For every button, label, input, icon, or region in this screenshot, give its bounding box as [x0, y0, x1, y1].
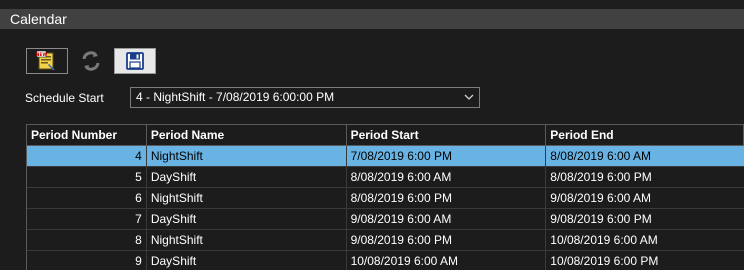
period-number-cell: 4 — [27, 146, 147, 166]
refresh-button[interactable] — [70, 48, 112, 74]
table-row[interactable]: 7 DayShift 9/08/2019 6:00 AM 9/08/2019 6… — [27, 209, 744, 230]
period-start-cell: 8/08/2019 6:00 PM — [347, 188, 547, 208]
table-row[interactable]: 6 NightShift 8/08/2019 6:00 PM 9/08/2019… — [27, 188, 744, 209]
period-end-cell: 10/08/2019 6:00 PM — [550, 254, 659, 268]
period-name-cell: NightShift — [147, 230, 347, 250]
period-name-cell: DayShift — [147, 209, 347, 229]
grid-header: Period Number Period Name Period Start P… — [27, 125, 744, 146]
period-number-cell: 6 — [27, 188, 147, 208]
column-header-period-end[interactable]: Period End — [546, 125, 744, 145]
periods-grid: Period Number Period Name Period Start P… — [26, 124, 744, 270]
period-name-cell: NightShift — [147, 188, 347, 208]
period-name-cell: DayShift — [147, 251, 347, 270]
svg-text:NEW: NEW — [36, 52, 47, 58]
period-number-cell: 9 — [27, 251, 147, 270]
toolbar: NEW — [26, 48, 158, 76]
period-number-cell: 8 — [27, 230, 147, 250]
period-name-cell: NightShift — [147, 146, 347, 166]
column-header-period-number[interactable]: Period Number — [27, 125, 147, 145]
table-row[interactable]: 4 NightShift 7/08/2019 6:00 PM 8/08/2019… — [27, 146, 744, 167]
period-number-cell: 5 — [27, 167, 147, 187]
schedule-start-label: Schedule Start — [25, 91, 104, 105]
refresh-icon — [82, 51, 100, 71]
new-document-icon: NEW — [36, 51, 55, 70]
period-number-cell: 7 — [27, 209, 147, 229]
column-header-period-name[interactable]: Period Name — [147, 125, 347, 145]
table-row[interactable]: 9 DayShift 10/08/2019 6:00 AM 10/08/2019… — [27, 251, 744, 270]
period-end-cell: 8/08/2019 6:00 AM — [550, 149, 652, 163]
period-start-cell: 9/08/2019 6:00 PM — [347, 230, 547, 250]
save-button[interactable] — [114, 48, 156, 74]
period-end-cell: 9/08/2019 6:00 AM — [550, 191, 652, 205]
chevron-down-icon — [464, 94, 474, 100]
table-row[interactable]: 8 NightShift 9/08/2019 6:00 PM 10/08/201… — [27, 230, 744, 251]
column-header-period-start[interactable]: Period Start — [347, 125, 547, 145]
new-button[interactable]: NEW — [26, 48, 68, 74]
period-start-cell: 8/08/2019 6:00 AM — [347, 167, 547, 187]
schedule-start-select[interactable]: 4 - NightShift - 7/08/2019 6:00:00 PM — [130, 87, 480, 108]
save-icon — [126, 52, 144, 70]
top-strip — [0, 0, 744, 9]
period-end-cell: 9/08/2019 6:00 PM — [550, 212, 652, 226]
table-row[interactable]: 5 DayShift 8/08/2019 6:00 AM 8/08/2019 6… — [27, 167, 744, 188]
period-end-cell: 10/08/2019 6:00 AM — [550, 233, 658, 247]
period-end-cell: 8/08/2019 6:00 PM — [550, 170, 652, 184]
period-start-cell: 7/08/2019 6:00 PM — [347, 146, 547, 166]
period-name-cell: DayShift — [147, 167, 347, 187]
window-title: Calendar — [0, 9, 744, 29]
schedule-start-value: 4 - NightShift - 7/08/2019 6:00:00 PM — [136, 90, 335, 104]
period-start-cell: 9/08/2019 6:00 AM — [347, 209, 547, 229]
period-start-cell: 10/08/2019 6:00 AM — [347, 251, 547, 270]
